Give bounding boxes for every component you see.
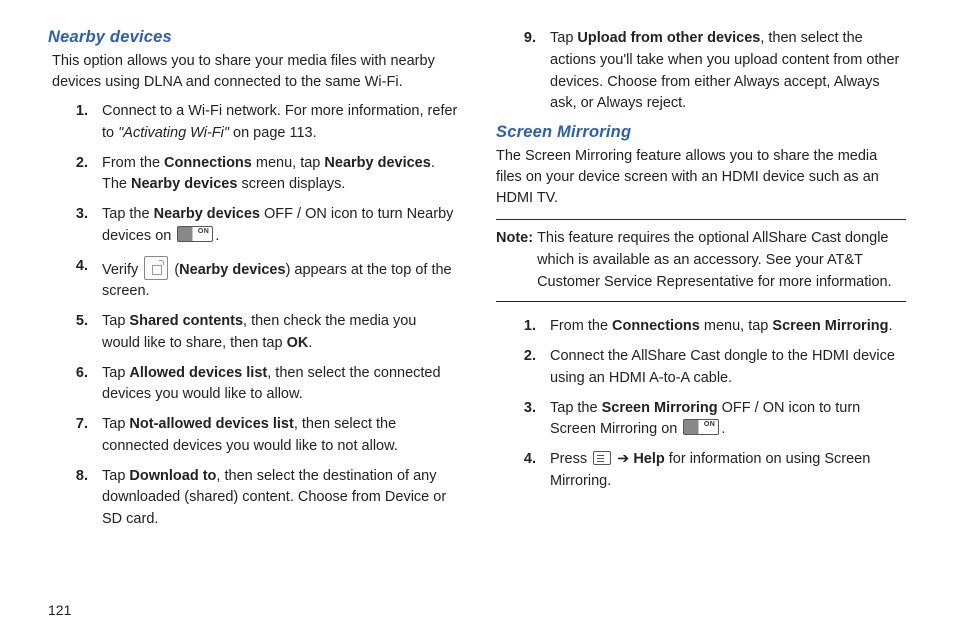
intro-nearby-devices: This option allows you to share your med… xyxy=(52,51,458,93)
menu-icon xyxy=(593,451,611,465)
step-body: From the Connections menu, tap Nearby de… xyxy=(102,153,458,197)
toggle-on-icon xyxy=(177,226,213,242)
step-sm-2: 2. Connect the AllShare Cast dongle to t… xyxy=(496,346,906,390)
step-1: 1. Connect to a Wi-Fi network. For more … xyxy=(48,101,458,145)
step-2: 2. From the Connections menu, tap Nearby… xyxy=(48,153,458,197)
step-number: 1. xyxy=(496,316,550,338)
step-number: 2. xyxy=(496,346,550,390)
step-number: 4. xyxy=(48,256,102,304)
step-body: Press ➔ Help for information on using Sc… xyxy=(550,449,906,493)
step-body: Connect to a Wi-Fi network. For more inf… xyxy=(102,101,458,145)
intro-screen-mirroring: The Screen Mirroring feature allows you … xyxy=(496,146,906,209)
step-9: 9. Tap Upload from other devices, then s… xyxy=(496,28,906,115)
step-3: 3. Tap the Nearby devices OFF / ON icon … xyxy=(48,204,458,248)
note-label: Note: xyxy=(496,228,533,293)
step-sm-4: 4. Press ➔ Help for information on using… xyxy=(496,449,906,493)
step-number: 2. xyxy=(48,153,102,197)
step-body: Tap Upload from other devices, then sele… xyxy=(550,28,906,115)
steps-nearby-devices-cont: 9. Tap Upload from other devices, then s… xyxy=(496,28,906,115)
step-body: From the Connections menu, tap Screen Mi… xyxy=(550,316,906,338)
step-number: 7. xyxy=(48,414,102,458)
step-sm-1: 1. From the Connections menu, tap Screen… xyxy=(496,316,906,338)
step-number: 5. xyxy=(48,311,102,355)
page-columns: Nearby devices This option allows you to… xyxy=(48,28,906,539)
step-5: 5. Tap Shared contents, then check the m… xyxy=(48,311,458,355)
heading-nearby-devices: Nearby devices xyxy=(48,28,458,47)
step-sm-3: 3. Tap the Screen Mirroring OFF / ON ico… xyxy=(496,398,906,442)
step-number: 8. xyxy=(48,466,102,531)
step-body: Tap Not-allowed devices list, then selec… xyxy=(102,414,458,458)
steps-screen-mirroring: 1. From the Connections menu, tap Screen… xyxy=(496,316,906,492)
step-body: Tap the Screen Mirroring OFF / ON icon t… xyxy=(550,398,906,442)
toggle-on-icon xyxy=(683,419,719,435)
step-number: 6. xyxy=(48,363,102,407)
step-number: 1. xyxy=(48,101,102,145)
step-body: Tap Shared contents, then check the medi… xyxy=(102,311,458,355)
step-4: 4. Verify (Nearby devices) appears at th… xyxy=(48,256,458,304)
step-body: Connect the AllShare Cast dongle to the … xyxy=(550,346,906,390)
page-number: 121 xyxy=(48,602,71,618)
steps-nearby-devices: 1. Connect to a Wi-Fi network. For more … xyxy=(48,101,458,531)
right-column: 9. Tap Upload from other devices, then s… xyxy=(496,28,906,539)
step-number: 4. xyxy=(496,449,550,493)
step-body: Tap Download to, then select the destina… xyxy=(102,466,458,531)
heading-screen-mirroring: Screen Mirroring xyxy=(496,123,906,142)
note-body: This feature requires the optional AllSh… xyxy=(537,228,906,293)
step-number: 3. xyxy=(48,204,102,248)
step-body: Verify (Nearby devices) appears at the t… xyxy=(102,256,458,304)
step-8: 8. Tap Download to, then select the dest… xyxy=(48,466,458,531)
step-number: 9. xyxy=(496,28,550,115)
left-column: Nearby devices This option allows you to… xyxy=(48,28,458,539)
note-block: Note: This feature requires the optional… xyxy=(496,219,906,302)
step-body: Tap the Nearby devices OFF / ON icon to … xyxy=(102,204,458,248)
nearby-devices-icon xyxy=(144,256,168,280)
step-number: 3. xyxy=(496,398,550,442)
step-6: 6. Tap Allowed devices list, then select… xyxy=(48,363,458,407)
step-7: 7. Tap Not-allowed devices list, then se… xyxy=(48,414,458,458)
step-body: Tap Allowed devices list, then select th… xyxy=(102,363,458,407)
